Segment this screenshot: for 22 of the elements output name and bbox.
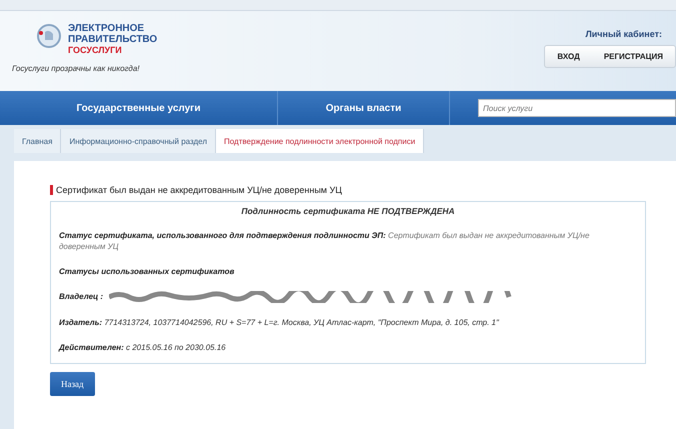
account-button[interactable]: ВХОД: [545, 46, 592, 67]
result-title: Подлинность сертификата НЕ ПОДТВЕРЖДЕНА: [240, 206, 456, 216]
breadcrumb-item[interactable]: Подтверждение подлинности электронной подписи: [216, 129, 424, 153]
emblem-icon: [36, 23, 62, 49]
breadcrumb-item[interactable]: Главная: [14, 129, 62, 153]
tagline: Госуслуги прозрачны как никогда!: [12, 64, 140, 73]
field-text: Действителен: с 2015.05.16 по 2030.05.16: [59, 342, 227, 353]
field-text: Издатель: 7714313724, 1037714042596, RU + S=77 + L=г. Москва, УЦ Атлас-карт, "Проспект Мира, д. 105, стр. 1": [59, 317, 500, 328]
logo-text: ГОСУСЛУГИ: [68, 45, 123, 56]
nav-item[interactable]: Органы власти: [278, 91, 450, 125]
logo-text: ЭЛЕКТРОННОЕ: [68, 23, 146, 34]
owner-label: Владелец :: [59, 292, 104, 302]
breadcrumb-item[interactable]: Информационно-справочный раздел: [61, 129, 216, 153]
logo-text: ПРАВИТЕЛЬСТВО: [68, 34, 158, 45]
account-button[interactable]: РЕГИСТРАЦИЯ: [592, 46, 675, 67]
search-field[interactable]: Поиск услуги: [478, 99, 676, 117]
back-button[interactable]: Назад: [50, 372, 95, 396]
statuses-heading: Статусы использованных сертификатов: [59, 267, 234, 276]
nav-item[interactable]: Государственные услуги: [0, 91, 278, 125]
account-label: Личный кабинет:: [585, 29, 662, 39]
status-text: Статус сертификата, использованного для подтверждения подлинности ЭП: Сертификат был выдан не аккредитованным УЦ/не доверенным УЦ: [59, 230, 590, 252]
notice-text: Сертификат был выдан не аккредитованным УЦ/не доверенным УЦ: [50, 185, 676, 195]
